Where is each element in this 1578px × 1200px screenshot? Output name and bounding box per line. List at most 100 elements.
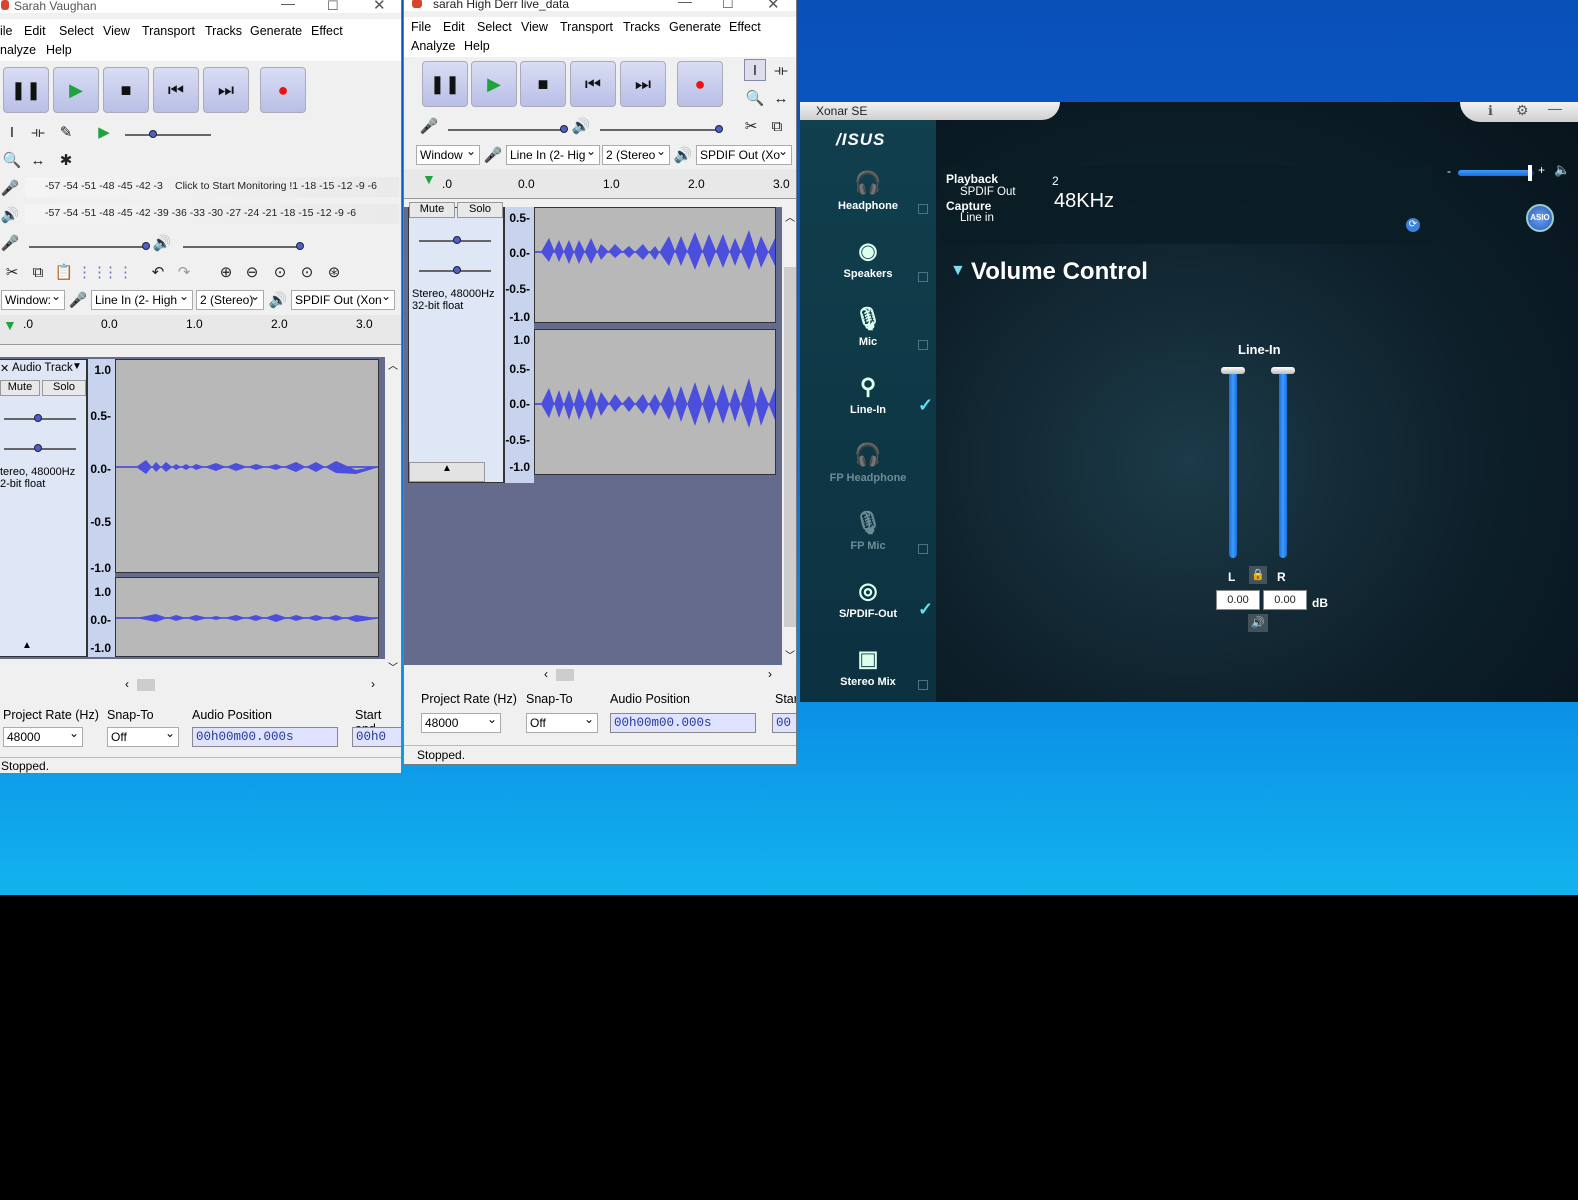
- audio-host-select[interactable]: Window: [416, 145, 480, 165]
- zoom-tool-icon[interactable]: 🔍: [744, 87, 766, 109]
- menu-tracks[interactable]: Tracks: [623, 20, 660, 34]
- playback-device-select[interactable]: SPDIF Out (Xon: [291, 290, 395, 310]
- scroll-right-icon[interactable]: ›: [371, 677, 375, 691]
- master-volume-knob[interactable]: [1528, 165, 1533, 181]
- recording-channels-select[interactable]: 2 (Stereo: [602, 145, 670, 165]
- nav-stereo-mix[interactable]: ▣ Stereo Mix: [810, 644, 928, 690]
- menu-file[interactable]: ile: [0, 24, 13, 38]
- menu-edit[interactable]: Edit: [443, 20, 465, 34]
- horizontal-scrollbar[interactable]: ‹ ›: [0, 677, 385, 693]
- master-speaker-icon[interactable]: 🔈: [1554, 162, 1570, 178]
- menu-effect[interactable]: Effect: [729, 20, 761, 34]
- solo-button[interactable]: Solo: [42, 380, 86, 396]
- pause-button[interactable]: ❚❚: [3, 67, 49, 113]
- nav-mic[interactable]: 🎙 Mic: [810, 304, 928, 350]
- maximize-icon[interactable]: ☐: [327, 0, 339, 14]
- collapse-track-icon[interactable]: ▲: [22, 640, 32, 651]
- left-volume-track[interactable]: [1229, 370, 1237, 558]
- timeline-play-head-icon[interactable]: ▼: [3, 317, 17, 333]
- skip-start-button[interactable]: ⏮: [570, 61, 616, 107]
- timeline-play-head-icon[interactable]: ▼: [422, 171, 436, 187]
- pause-button[interactable]: ❚❚: [422, 61, 468, 107]
- nav-line-in[interactable]: ⚲ Line-In ✓: [810, 372, 933, 416]
- skip-start-button[interactable]: ⏮: [153, 67, 199, 113]
- right-db-input[interactable]: 0.00: [1263, 590, 1307, 610]
- zoom-out-icon[interactable]: ⊖: [241, 261, 263, 283]
- envelope-tool-icon[interactable]: ⟛: [27, 121, 49, 143]
- playback-volume-slider[interactable]: [183, 246, 301, 248]
- fit-project-icon[interactable]: ⊙: [296, 261, 318, 283]
- master-volume-slider[interactable]: [1458, 165, 1534, 181]
- nav-speakers[interactable]: ◉ Speakers: [810, 236, 928, 282]
- play-speed-knob[interactable]: [149, 130, 157, 138]
- timeshift-tool-icon[interactable]: ↔: [770, 87, 792, 109]
- fit-selection-icon[interactable]: ⊙: [269, 261, 291, 283]
- playback-volume-knob[interactable]: [715, 125, 723, 133]
- master-volume-plus[interactable]: +: [1538, 163, 1545, 177]
- scroll-down-icon[interactable]: ﹀: [388, 659, 398, 674]
- info-icon[interactable]: ℹ: [1488, 103, 1493, 119]
- left-volume-knob[interactable]: [1221, 367, 1245, 374]
- scroll-right-icon[interactable]: ›: [768, 667, 772, 681]
- skip-end-button[interactable]: ⏭: [620, 61, 666, 107]
- right-volume-knob[interactable]: [1271, 367, 1295, 374]
- playback-device-select[interactable]: SPDIF Out (Xo: [696, 145, 792, 165]
- fp-mic-checkbox[interactable]: [918, 544, 928, 554]
- menu-edit[interactable]: Edit: [24, 24, 46, 38]
- record-button[interactable]: ●: [677, 61, 723, 107]
- menu-generate[interactable]: Generate: [669, 20, 721, 34]
- play-at-speed-icon[interactable]: ▶: [93, 121, 115, 143]
- solo-button[interactable]: Solo: [457, 202, 503, 218]
- line-in-check-icon[interactable]: ✓: [918, 396, 933, 414]
- menu-help[interactable]: Help: [464, 39, 490, 53]
- scroll-up-icon[interactable]: ︿: [785, 209, 795, 224]
- playback-volume-knob[interactable]: [296, 242, 304, 250]
- title-bar[interactable]: sarah High Derr live_data — ☐ ✕: [404, 0, 796, 13]
- paste-icon[interactable]: 📋: [53, 261, 75, 283]
- audio-position-field[interactable]: 00h00m00.000s: [192, 727, 338, 747]
- recording-device-select[interactable]: Line In (2- Hig: [506, 145, 600, 165]
- mute-button[interactable]: Mute: [409, 202, 455, 218]
- skip-end-button[interactable]: ⏭: [203, 67, 249, 113]
- track-menu-arrow-icon[interactable]: ▼: [72, 361, 82, 372]
- stereo-mix-checkbox[interactable]: [918, 680, 928, 690]
- vertical-scrollbar[interactable]: ︿ ﹀: [782, 207, 796, 665]
- track-close-icon[interactable]: ✕: [0, 362, 9, 375]
- pan-knob[interactable]: [34, 444, 42, 452]
- mute-button[interactable]: Mute: [0, 380, 40, 396]
- menu-tracks[interactable]: Tracks: [205, 24, 242, 38]
- waveform-right-channel[interactable]: [115, 577, 379, 657]
- scroll-thumb[interactable]: [556, 669, 574, 681]
- multi-tool-icon[interactable]: ✱: [55, 149, 77, 171]
- snap-to-select[interactable]: Off: [526, 713, 598, 733]
- recording-device-select[interactable]: Line In (2- High: [91, 290, 193, 310]
- vertical-scrollbar[interactable]: ︿ ﹀: [385, 357, 401, 675]
- nav-spdif-out[interactable]: ◎ S/PDIF-Out ✓: [810, 576, 933, 620]
- scroll-left-icon[interactable]: ‹: [544, 667, 548, 681]
- copy-icon[interactable]: ⧉: [27, 261, 49, 283]
- audio-host-select[interactable]: Window:: [1, 290, 65, 310]
- gain-knob[interactable]: [34, 414, 42, 422]
- nav-headphone[interactable]: 🎧 Headphone: [810, 168, 928, 214]
- record-volume-knob[interactable]: [142, 242, 150, 250]
- mute-speaker-icon[interactable]: 🔊: [1248, 614, 1268, 632]
- menu-view[interactable]: View: [521, 20, 548, 34]
- minimize-icon[interactable]: —: [1548, 102, 1562, 116]
- nav-fp-headphone[interactable]: 🎧 FP Headphone: [810, 440, 926, 484]
- play-speed-slider[interactable]: [125, 134, 211, 136]
- scroll-thumb-vertical[interactable]: [784, 267, 796, 627]
- menu-analyze[interactable]: nalyze: [0, 43, 36, 57]
- cut-icon[interactable]: ✂: [1, 261, 23, 283]
- collapse-track-button[interactable]: ▲: [409, 462, 485, 482]
- timeline-ruler[interactable]: ▼ .0 0.0 1.0 2.0 3.0: [0, 315, 401, 345]
- envelope-tool-icon[interactable]: ⟛: [770, 59, 792, 81]
- selection-start-field[interactable]: 00: [772, 713, 796, 733]
- waveform-right-channel[interactable]: [534, 329, 776, 475]
- project-rate-select[interactable]: 48000: [421, 713, 501, 733]
- menu-help[interactable]: Help: [46, 43, 72, 57]
- play-meter[interactable]: -57 -54 -51 -48 -45 -42 -39 -36 -33 -30 …: [25, 204, 399, 224]
- menu-select[interactable]: Select: [477, 20, 512, 34]
- record-volume-knob[interactable]: [560, 125, 568, 133]
- play-button[interactable]: ▶: [471, 61, 517, 107]
- recording-channels-select[interactable]: 2 (Stereo): [196, 290, 264, 310]
